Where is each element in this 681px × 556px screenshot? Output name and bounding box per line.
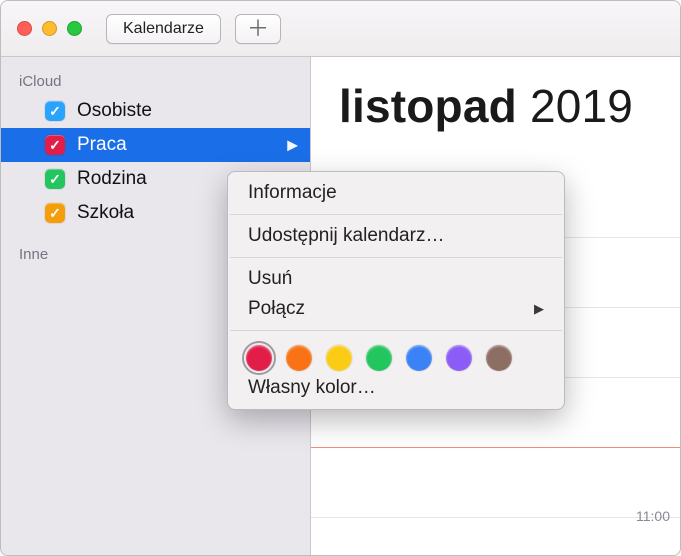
sidebar-item-label: Praca (77, 134, 127, 156)
grid-line: 11:00 (311, 517, 680, 555)
menu-separator (230, 214, 562, 215)
time-label: 11:00 (636, 508, 670, 524)
color-swatch-green[interactable] (366, 345, 392, 371)
checkbox-icon[interactable]: ✓ (45, 169, 65, 189)
chevron-right-icon: ▶ (534, 301, 544, 317)
checkbox-icon[interactable]: ✓ (45, 203, 65, 223)
month-name: listopad (339, 80, 517, 132)
color-swatch-row (228, 337, 564, 373)
app-window: Kalendarze ＋ iCloud ✓ Osobiste ✓ Praca ▶… (0, 0, 681, 556)
menu-item-info[interactable]: Informacje (228, 178, 564, 208)
menu-item-label: Informacje (248, 182, 337, 204)
sidebar-item-label: Rodzina (77, 168, 147, 190)
menu-separator (230, 257, 562, 258)
calendars-toggle-label: Kalendarze (123, 20, 204, 38)
year-fragment: 2019 (530, 80, 633, 132)
minimize-icon[interactable] (42, 21, 57, 36)
window-controls (17, 21, 82, 36)
sidebar-item-praca[interactable]: ✓ Praca ▶ (1, 128, 310, 162)
chevron-right-icon: ▶ (287, 137, 298, 154)
menu-item-share[interactable]: Udostępnij kalendarz… (228, 221, 564, 251)
color-swatch-blue[interactable] (406, 345, 432, 371)
color-swatch-purple[interactable] (446, 345, 472, 371)
sidebar-item-label: Osobiste (77, 100, 152, 122)
checkbox-icon[interactable]: ✓ (45, 135, 65, 155)
menu-item-label: Usuń (248, 268, 292, 290)
color-swatch-brown[interactable] (486, 345, 512, 371)
menu-item-merge[interactable]: Połącz ▶ (228, 294, 564, 324)
menu-item-delete[interactable]: Usuń (228, 264, 564, 294)
calendar-context-menu: Informacje Udostępnij kalendarz… Usuń Po… (227, 171, 565, 410)
calendars-toggle-button[interactable]: Kalendarze (106, 14, 221, 44)
checkbox-icon[interactable]: ✓ (45, 101, 65, 121)
close-icon[interactable] (17, 21, 32, 36)
color-swatch-yellow[interactable] (326, 345, 352, 371)
add-button[interactable]: ＋ (235, 14, 281, 44)
zoom-icon[interactable] (67, 21, 82, 36)
menu-item-label: Własny kolor… (248, 377, 376, 399)
color-swatch-orange[interactable] (286, 345, 312, 371)
sidebar-item-label: Szkoła (77, 202, 134, 224)
menu-item-custom-color[interactable]: Własny kolor… (228, 373, 564, 403)
grid-line-now (311, 447, 680, 517)
sidebar-item-osobiste[interactable]: ✓ Osobiste (1, 94, 310, 128)
menu-item-label: Połącz (248, 298, 305, 320)
menu-separator (230, 330, 562, 331)
month-heading: listopad 2019 (311, 57, 680, 133)
color-swatch-red[interactable] (246, 345, 272, 371)
sidebar-group-icloud: iCloud (1, 67, 310, 94)
plus-icon: ＋ (247, 18, 269, 40)
titlebar: Kalendarze ＋ (1, 1, 680, 57)
menu-item-label: Udostępnij kalendarz… (248, 225, 444, 247)
